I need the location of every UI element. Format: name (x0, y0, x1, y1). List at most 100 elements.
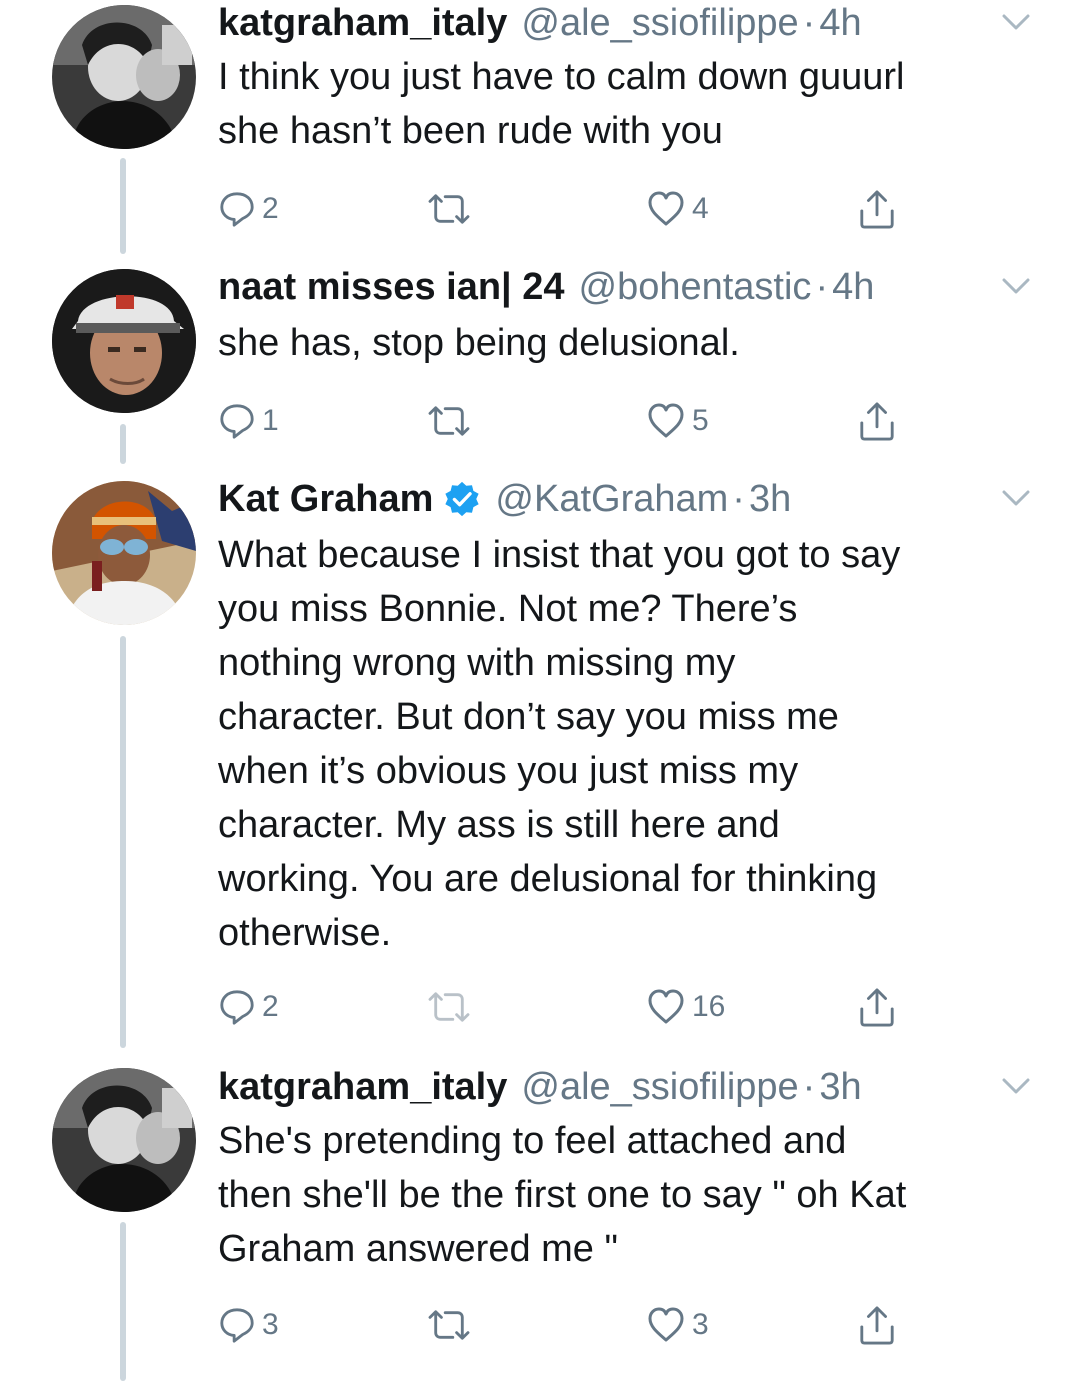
tweet-text-line: She's pretending to feel attached and (218, 1120, 847, 1162)
share-button[interactable] (858, 396, 896, 446)
tweet-text-line: Graham answered me " (218, 1228, 618, 1270)
tweet-header: Kat Graham @KatGraham · 3h (218, 476, 791, 522)
heart-icon (646, 189, 686, 229)
avatar-photo (52, 269, 196, 413)
retweet-icon (424, 988, 474, 1026)
like-count: 4 (692, 192, 709, 225)
user-handle[interactable]: @ale_ssiofilippe (521, 2, 798, 45)
tweet-text-line: otherwise. (218, 912, 392, 954)
heart-icon (646, 1305, 686, 1345)
thread-line (120, 1222, 126, 1381)
retweet-icon (424, 1306, 474, 1344)
tweet-header: katgraham_italy @ale_ssiofilippe · 4h (218, 0, 862, 46)
separator-dot: · (802, 1065, 816, 1108)
tweet-actions: 2 4 (218, 184, 1018, 234)
share-button[interactable] (858, 184, 896, 234)
like-count: 5 (692, 404, 709, 437)
tweet-text-line: I think you just have to calm down guuur… (218, 56, 905, 98)
heart-icon (646, 401, 686, 441)
reply-button[interactable]: 3 (218, 1300, 279, 1350)
chevron-down-icon[interactable] (1000, 1074, 1032, 1098)
share-icon (858, 188, 896, 230)
reply-button[interactable]: 2 (218, 982, 279, 1032)
thread-line (120, 158, 126, 254)
reply-button[interactable]: 1 (218, 396, 279, 446)
retweet-button[interactable] (424, 184, 474, 234)
retweet-icon (424, 190, 474, 228)
chevron-down-icon[interactable] (1000, 486, 1032, 510)
reply-icon (218, 1306, 256, 1344)
thread-line (120, 636, 126, 1048)
share-button[interactable] (858, 982, 896, 1032)
like-button[interactable]: 16 (646, 982, 725, 1032)
tweet-actions: 2 16 (218, 982, 1018, 1032)
reply-icon (218, 402, 256, 440)
tweet[interactable]: katgraham_italy @ale_ssiofilippe · 3h Sh… (0, 1064, 1080, 1381)
reply-button[interactable]: 2 (218, 184, 279, 234)
avatar[interactable] (52, 269, 196, 413)
avatar-photo (52, 481, 196, 625)
reply-count: 3 (262, 1308, 279, 1341)
display-name[interactable]: katgraham_italy (218, 1066, 507, 1109)
reply-count: 1 (262, 404, 279, 437)
share-icon (858, 1304, 896, 1346)
reply-count: 2 (262, 990, 279, 1023)
avatar-photo (52, 5, 196, 149)
tweet-text: I think you just have to calm down guuur… (218, 50, 1048, 158)
tweet-text-line: then she'll be the first one to say " oh… (218, 1174, 907, 1216)
like-count: 16 (692, 990, 726, 1023)
tweet-text: She's pretending to feel attached and th… (218, 1114, 1048, 1276)
tweet-text-line: you miss Bonnie. Not me? There’s (218, 588, 798, 630)
user-handle[interactable]: @ale_ssiofilippe (521, 1066, 798, 1109)
user-handle[interactable]: @KatGraham (495, 478, 728, 521)
tweet-header: katgraham_italy @ale_ssiofilippe · 3h (218, 1064, 862, 1110)
tweet-text-line: character. My ass is still here and (218, 804, 780, 846)
display-name[interactable]: naat misses ian| 24 (218, 266, 565, 309)
separator-dot: · (802, 1, 816, 44)
chevron-down-icon[interactable] (1000, 10, 1032, 34)
retweet-button[interactable] (424, 982, 474, 1032)
display-name[interactable]: katgraham_italy (218, 2, 507, 45)
like-button[interactable]: 5 (646, 396, 709, 446)
share-button[interactable] (858, 1300, 896, 1350)
chevron-down-icon[interactable] (1000, 274, 1032, 298)
reply-icon (218, 988, 256, 1026)
separator-dot: · (732, 477, 745, 520)
verified-badge-icon (443, 480, 481, 518)
retweet-button[interactable] (424, 1300, 474, 1350)
reply-count: 2 (262, 192, 279, 225)
thread-line (120, 424, 126, 464)
tweet[interactable]: naat misses ian| 24 @bohentastic · 4h sh… (0, 264, 1080, 464)
tweet-text-line: when it’s obvious you just miss my (218, 750, 799, 792)
tweet-text: What because I insist that you got to sa… (218, 528, 1048, 960)
avatar[interactable] (52, 1068, 196, 1212)
tweet-actions: 1 5 (218, 396, 1018, 446)
timestamp[interactable]: 4h (819, 2, 861, 45)
retweet-button[interactable] (424, 396, 474, 446)
retweet-icon (424, 402, 474, 440)
like-button[interactable]: 4 (646, 184, 709, 234)
tweet-text-line: nothing wrong with missing my (218, 642, 736, 684)
tweet-text-line: What because I insist that you got to sa… (218, 534, 901, 576)
tweet[interactable]: katgraham_italy @ale_ssiofilippe · 4h I … (0, 0, 1080, 262)
tweet-text: she has, stop being delusional. (218, 316, 1048, 370)
tweet-text-line: working. You are delusional for thinking (218, 858, 878, 900)
avatar[interactable] (52, 481, 196, 625)
tweet-header: naat misses ian| 24 @bohentastic · 4h (218, 264, 874, 310)
like-button[interactable]: 3 (646, 1300, 709, 1350)
tweet-text-line: she has, stop being delusional. (218, 322, 740, 364)
user-handle[interactable]: @bohentastic (579, 266, 812, 309)
timestamp[interactable]: 4h (832, 266, 874, 309)
heart-icon (646, 987, 686, 1027)
like-count: 3 (692, 1308, 709, 1341)
timestamp[interactable]: 3h (749, 478, 791, 521)
tweet-text-line: character. But don’t say you miss me (218, 696, 839, 738)
reply-icon (218, 190, 256, 228)
display-name[interactable]: Kat Graham (218, 478, 433, 521)
tweet-text-line: she hasn’t been rude with you (218, 110, 723, 152)
avatar[interactable] (52, 5, 196, 149)
timestamp[interactable]: 3h (819, 1066, 861, 1109)
tweet[interactable]: Kat Graham @KatGraham · 3h What because … (0, 476, 1080, 1048)
tweet-actions: 3 3 (218, 1300, 1018, 1350)
separator-dot: · (815, 265, 829, 308)
